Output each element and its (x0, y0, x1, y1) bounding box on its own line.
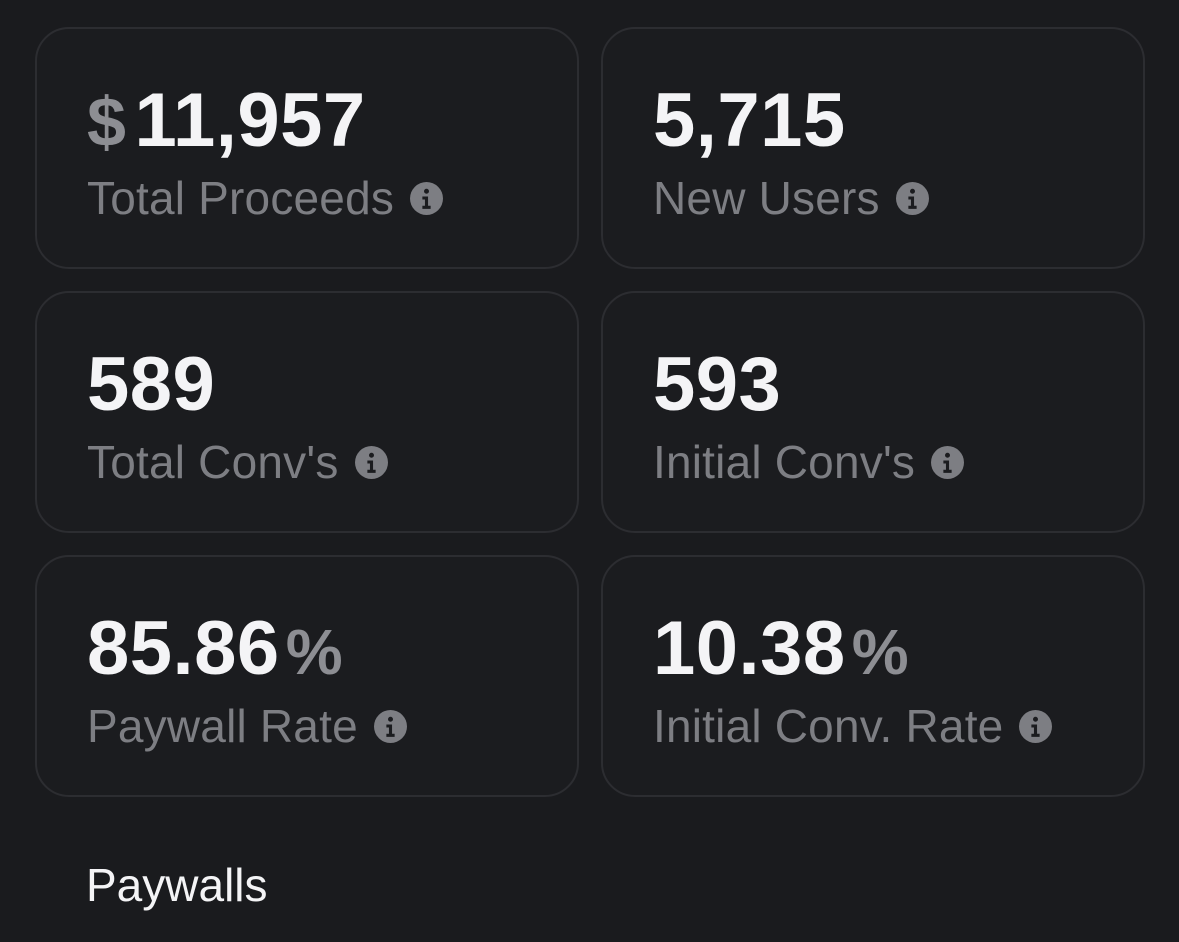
metric-label: Initial Conv. Rate (653, 700, 1004, 752)
metric-value: 5,715 (653, 77, 846, 163)
initial-conversion-rate-card[interactable]: 10.38 % Initial Conv. Rate (601, 555, 1145, 797)
info-icon[interactable] (410, 181, 444, 215)
metric-number: 5,715 (653, 78, 846, 163)
metric-number: 593 (653, 342, 782, 427)
info-icon[interactable] (931, 445, 965, 479)
metric-value: 593 (653, 341, 781, 427)
metric-label: Initial Conv's (653, 436, 916, 488)
metrics-grid: $ 11,957 Total Proceeds 5,715 New Users (35, 27, 1145, 797)
metric-label-row: Paywall Rate (87, 699, 407, 753)
metric-number: 85.86 (87, 606, 280, 691)
metric-label: Paywall Rate (87, 700, 358, 752)
currency-symbol: $ (87, 83, 127, 161)
percent-symbol: % (851, 616, 910, 688)
new-users-card[interactable]: 5,715 New Users (601, 27, 1145, 269)
metric-number: 589 (87, 342, 216, 427)
metric-number: 10.38 (653, 606, 846, 691)
info-icon[interactable] (354, 445, 388, 479)
info-icon[interactable] (895, 181, 929, 215)
metric-value: 10.38 % (653, 605, 909, 691)
metric-value: $ 11,957 (87, 77, 366, 163)
info-icon[interactable] (373, 709, 407, 743)
info-icon[interactable] (1019, 709, 1053, 743)
metric-label: New Users (653, 172, 880, 224)
metric-label-row: Initial Conv. Rate (653, 699, 1053, 753)
total-proceeds-card[interactable]: $ 11,957 Total Proceeds (35, 27, 579, 269)
metric-number: 11,957 (134, 78, 366, 163)
metric-label-row: Initial Conv's (653, 435, 965, 489)
metric-label: Total Conv's (87, 436, 339, 488)
metric-label-row: Total Conv's (87, 435, 388, 489)
total-conversions-card[interactable]: 589 Total Conv's (35, 291, 579, 533)
metric-value: 589 (87, 341, 215, 427)
metric-value: 85.86 % (87, 605, 343, 691)
metric-label: Total Proceeds (87, 172, 395, 224)
paywalls-section-title: Paywalls (86, 859, 268, 911)
metric-label-row: Total Proceeds (87, 171, 444, 225)
metric-label-row: New Users (653, 171, 929, 225)
percent-symbol: % (285, 616, 344, 688)
initial-conversions-card[interactable]: 593 Initial Conv's (601, 291, 1145, 533)
paywall-rate-card[interactable]: 85.86 % Paywall Rate (35, 555, 579, 797)
